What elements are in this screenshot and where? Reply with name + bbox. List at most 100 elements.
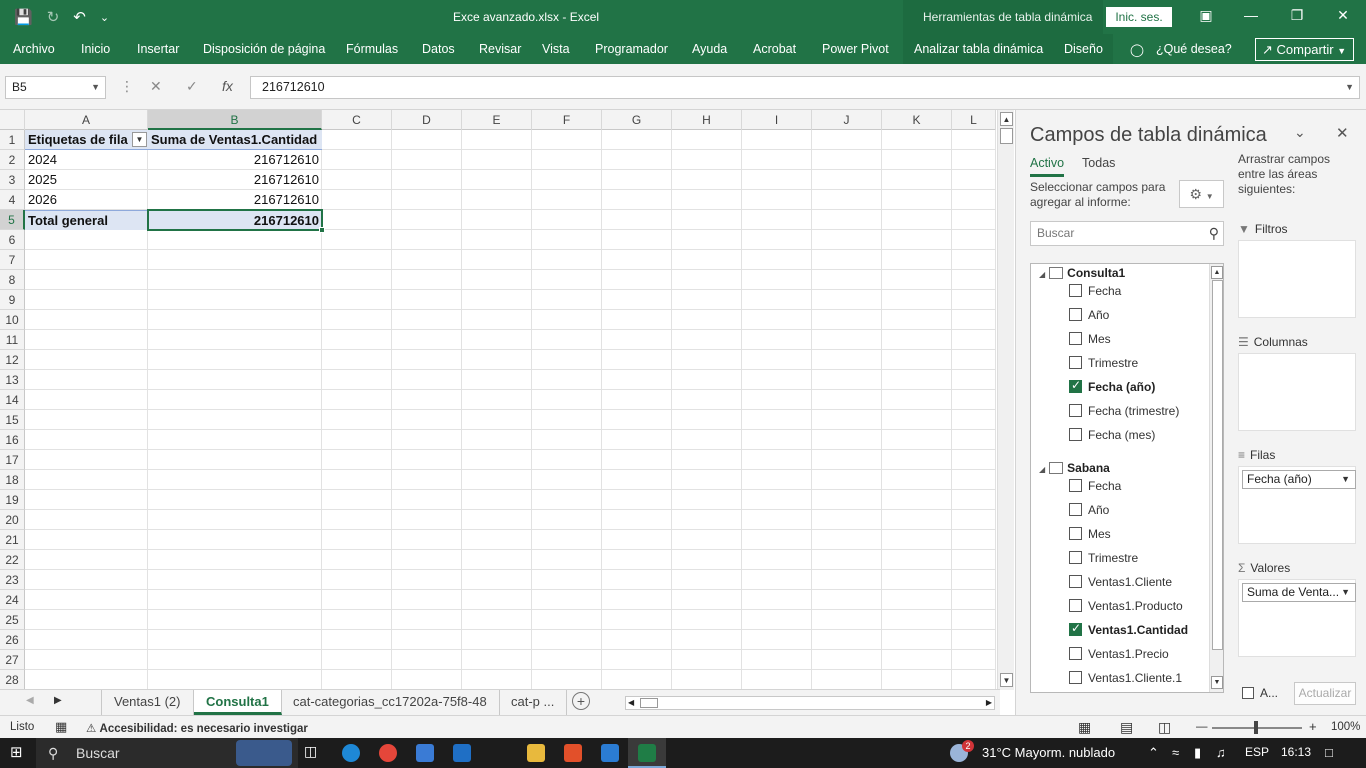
row-header-25[interactable]: 25: [0, 610, 25, 630]
scroll-up-icon[interactable]: ▲: [1211, 266, 1223, 279]
column-header-k[interactable]: K: [882, 110, 952, 130]
column-header-a[interactable]: A: [25, 110, 148, 130]
row-header-14[interactable]: 14: [0, 390, 25, 410]
page-break-icon[interactable]: ◫: [1158, 719, 1171, 736]
customize-icon[interactable]: ⌄: [100, 11, 109, 24]
taskbar-search[interactable]: ⚲ Buscar: [36, 738, 298, 768]
tab-inicio[interactable]: Inicio: [81, 42, 110, 56]
pivot-row-label-header[interactable]: Etiquetas de fila: [25, 130, 148, 150]
row-header-3[interactable]: 3: [0, 170, 25, 190]
filter-dropdown-icon[interactable]: ▼: [132, 132, 147, 147]
tab-analizar[interactable]: Analizar tabla dinámica: [914, 42, 1043, 56]
checkbox[interactable]: [1069, 599, 1082, 612]
chrome-icon[interactable]: [379, 744, 397, 762]
zoom-level[interactable]: 100%: [1331, 721, 1360, 733]
normal-view-icon[interactable]: ▦: [1078, 719, 1091, 736]
pivot-value-header[interactable]: Suma de Ventas1.Cantidad: [148, 130, 322, 150]
enter-icon[interactable]: ✓: [186, 78, 198, 95]
field-item[interactable]: Fecha: [1069, 284, 1121, 298]
column-header-h[interactable]: H: [672, 110, 742, 130]
row-header-12[interactable]: 12: [0, 350, 25, 370]
row-header-22[interactable]: 22: [0, 550, 25, 570]
checkbox[interactable]: [1069, 503, 1082, 516]
row-header-6[interactable]: 6: [0, 230, 25, 250]
redo-icon[interactable]: ↻: [47, 8, 60, 26]
field-item[interactable]: Ventas1.Producto: [1069, 599, 1183, 613]
column-header-j[interactable]: J: [812, 110, 882, 130]
row-header-24[interactable]: 24: [0, 590, 25, 610]
row-header-13[interactable]: 13: [0, 370, 25, 390]
row-header-15[interactable]: 15: [0, 410, 25, 430]
collapse-icon[interactable]: ◢: [1039, 465, 1045, 474]
row-header-17[interactable]: 17: [0, 450, 25, 470]
values-area-item[interactable]: Suma de Venta... ▼: [1242, 583, 1356, 602]
insert-function-icon[interactable]: fx: [222, 78, 233, 94]
checkbox[interactable]: [1069, 428, 1082, 441]
tab-insertar[interactable]: Insertar: [137, 42, 179, 56]
row-header-1[interactable]: 1: [0, 130, 25, 150]
field-list[interactable]: ◢ Consulta1 Fecha Año Mes Trimestre Fecha…: [1030, 263, 1224, 693]
sheet-tab-cat-categorias[interactable]: cat-categorias_cc17202a-75f8-48: [281, 690, 500, 715]
close-pane-icon[interactable]: ✕: [1336, 124, 1349, 142]
sheet-tab-ventas1-2[interactable]: Ventas1 (2): [101, 690, 194, 715]
add-sheet-icon[interactable]: +: [572, 692, 590, 710]
collapse-icon[interactable]: ◢: [1039, 270, 1045, 279]
field-item[interactable]: Trimestre: [1069, 551, 1138, 565]
excel-taskbar-button[interactable]: [628, 738, 666, 768]
accessibility-status[interactable]: ⚠ Accesibilidad: es necesario investigar: [86, 721, 308, 735]
chevron-down-icon[interactable]: ▼: [1341, 584, 1350, 601]
checkbox[interactable]: [1069, 575, 1082, 588]
tab-power-pivot[interactable]: Power Pivot: [822, 42, 889, 56]
row-header-28[interactable]: 28: [0, 670, 25, 690]
prev-sheet-icon[interactable]: ◀: [26, 695, 34, 706]
tab-revisar[interactable]: Revisar: [479, 42, 521, 56]
outlook-icon[interactable]: [453, 744, 471, 762]
macro-icon[interactable]: ▦: [55, 719, 67, 735]
pivot-row-label[interactable]: 2026: [25, 190, 148, 210]
undo-icon[interactable]: ↶: [73, 8, 86, 26]
row-header-27[interactable]: 27: [0, 650, 25, 670]
brave-icon[interactable]: [564, 744, 582, 762]
field-item[interactable]: Fecha (trimestre): [1069, 404, 1179, 418]
defer-update-checkbox[interactable]: A...: [1242, 686, 1278, 700]
field-list-scrollbar[interactable]: ▲ ▼: [1209, 264, 1223, 692]
network-icon[interactable]: ≈: [1172, 745, 1179, 760]
row-header-19[interactable]: 19: [0, 490, 25, 510]
row-header-9[interactable]: 9: [0, 290, 25, 310]
field-item[interactable]: Trimestre: [1069, 356, 1138, 370]
rows-area[interactable]: Fecha (año) ▼: [1238, 466, 1356, 544]
volume-icon[interactable]: ♫: [1216, 745, 1226, 760]
sheet-tab-cat-p[interactable]: cat-p ...: [499, 690, 568, 715]
hscroll-thumb[interactable]: [640, 698, 658, 708]
checkbox-checked[interactable]: [1069, 621, 1082, 636]
language-indicator[interactable]: ESP: [1245, 745, 1269, 759]
row-header-21[interactable]: 21: [0, 530, 25, 550]
row-header-5[interactable]: 5: [0, 210, 25, 230]
scroll-right-icon[interactable]: ▶: [986, 697, 992, 709]
next-sheet-icon[interactable]: ▶: [54, 695, 62, 706]
close-icon[interactable]: ✕: [1333, 7, 1353, 24]
scroll-thumb[interactable]: [1000, 128, 1013, 144]
field-search-input[interactable]: Buscar ⚲: [1030, 221, 1224, 246]
field-item[interactable]: Ventas1.Cliente.1: [1069, 671, 1182, 685]
checkbox[interactable]: [1069, 404, 1082, 417]
checkbox[interactable]: [1069, 284, 1082, 297]
zoom-slider-thumb[interactable]: [1254, 721, 1258, 734]
windows-start-icon[interactable]: ⊞: [10, 743, 23, 761]
group-sabana[interactable]: ◢ Sabana: [1039, 461, 1110, 475]
worksheet-grid[interactable]: ABCDEFGHIJKL 1 2 3 4 5 6 7 8 9 10 11 12 13 14 15 16 17 18…: [0, 110, 996, 690]
group-consulta1[interactable]: ◢ Consulta1: [1039, 266, 1125, 280]
field-item[interactable]: Fecha (año): [1069, 378, 1155, 394]
chevron-down-icon[interactable]: ▼: [1341, 471, 1350, 488]
update-button[interactable]: Actualizar: [1294, 682, 1356, 705]
rows-area-item[interactable]: Fecha (año) ▼: [1242, 470, 1356, 489]
scroll-left-icon[interactable]: ◀: [628, 697, 634, 709]
store-icon[interactable]: [416, 744, 434, 762]
checkbox-checked[interactable]: [1069, 378, 1082, 393]
tab-diseno[interactable]: Diseño: [1064, 42, 1103, 56]
fill-handle[interactable]: [319, 227, 325, 233]
zoom-out-icon[interactable]: —: [1196, 721, 1208, 733]
zoom-in-icon[interactable]: +: [1309, 719, 1317, 734]
scroll-up-icon[interactable]: ▲: [1000, 112, 1013, 126]
row-header-23[interactable]: 23: [0, 570, 25, 590]
